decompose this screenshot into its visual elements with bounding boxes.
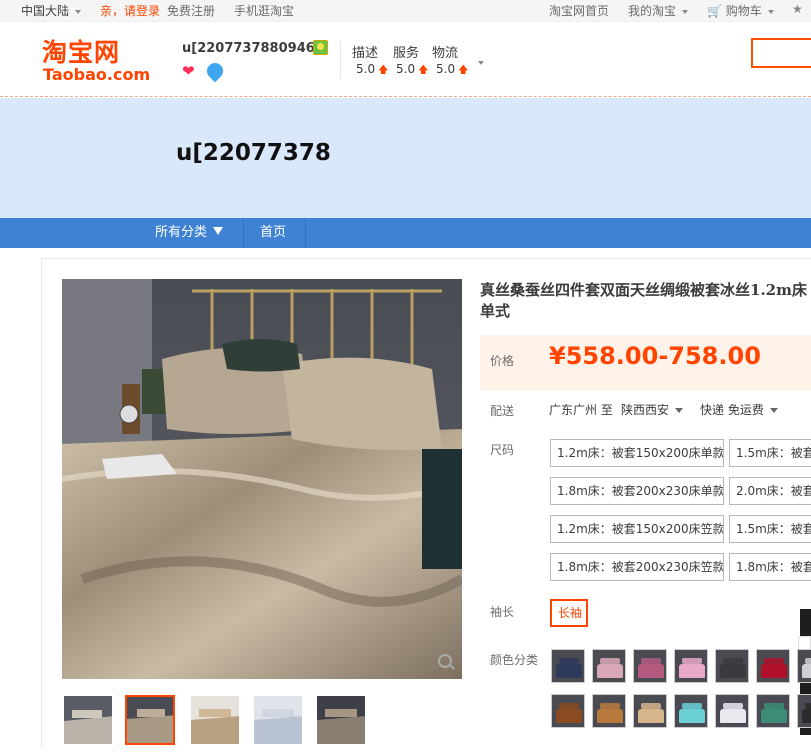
size-option[interactable]: 1.2m床：被套150x200床笠款 <box>550 515 724 543</box>
my-taobao-label: 我的淘宝 <box>628 4 677 18</box>
delivery-destination-select[interactable]: 陕西西安 <box>621 401 684 418</box>
rating-label: 描述 <box>352 46 379 61</box>
arrow-up-icon: 🡅 <box>458 65 469 76</box>
rating-value: 5.0 🡅 <box>436 62 469 76</box>
price-value: ¥558.00-758.00 <box>549 342 761 370</box>
color-swatch[interactable] <box>797 694 811 728</box>
divider <box>340 41 341 79</box>
chevron-down-icon <box>767 9 774 14</box>
zoom-icon[interactable] <box>438 654 452 668</box>
color-swatch[interactable] <box>551 694 585 728</box>
chevron-down-icon <box>682 9 689 14</box>
delivery-method-select[interactable]: 快递 免运费 <box>700 401 778 418</box>
shop-banner: u[22077378 <box>0 98 811 218</box>
sleeve-label: 袖长 <box>490 605 515 619</box>
size-option[interactable]: 1.5m床：被套 <box>729 439 811 467</box>
color-swatch[interactable] <box>756 694 790 728</box>
banner-title: u[22077378 <box>176 140 331 166</box>
my-taobao-link[interactable]: 我的淘宝 <box>628 2 689 19</box>
shop-header: 淘宝网 Taobao.com u[2207737880946] ❤ 描述 5.0… <box>0 23 811 97</box>
divider <box>305 218 306 248</box>
region-label: 中国大陆 <box>21 4 70 18</box>
delivery-method-label: 快递 免运费 <box>700 403 764 417</box>
color-swatch[interactable] <box>633 694 667 728</box>
color-swatch[interactable] <box>715 649 749 683</box>
color-swatch[interactable] <box>674 694 708 728</box>
color-swatch[interactable] <box>592 694 626 728</box>
taobao-home-link[interactable]: 淘宝网首页 <box>549 2 609 19</box>
rating-value: 5.0 🡅 <box>356 62 389 76</box>
sleeve-option-selected[interactable]: 长袖 <box>550 599 588 627</box>
all-categories-menu[interactable]: 所有分类 <box>155 218 224 248</box>
rating-label: 服务 <box>393 46 420 61</box>
color-swatch[interactable] <box>797 649 811 683</box>
shop-nav: 所有分类 首页 <box>0 218 811 248</box>
color-swatch[interactable] <box>674 649 708 683</box>
thumbnail[interactable] <box>316 695 366 745</box>
all-categories-label: 所有分类 <box>155 225 208 240</box>
delivery-from: 广东广州 至 <box>549 403 613 417</box>
ratings-dropdown[interactable] <box>478 55 484 69</box>
taobao-logo[interactable]: 淘宝网 <box>42 33 120 69</box>
size-option[interactable]: 1.5m床：被套 <box>729 515 811 543</box>
color-label: 颜色分类 <box>490 653 539 667</box>
size-option[interactable]: 1.2m床：被套150x200床单款 <box>550 439 724 467</box>
price-label: 价格 <box>490 354 515 368</box>
color-swatch[interactable] <box>715 694 749 728</box>
shop-name[interactable]: u[2207737880946] <box>182 41 321 56</box>
delivery-destination-label: 陕西西安 <box>621 403 670 417</box>
chevron-down-icon <box>675 408 684 413</box>
size-option[interactable]: 1.8m床：被套200x230床笠款 <box>550 553 724 581</box>
thumbnail-selected[interactable] <box>125 695 175 745</box>
thumbnail[interactable] <box>253 695 303 745</box>
color-swatch[interactable] <box>551 649 585 683</box>
size-label: 尺码 <box>490 443 515 457</box>
mobile-taobao-link[interactable]: 手机逛淘宝 <box>234 2 294 19</box>
rating-value: 5.0 🡅 <box>396 62 429 76</box>
size-option[interactable]: 2.0m床：被套 <box>729 477 811 505</box>
cart-label: 购物车 <box>725 4 762 18</box>
search-input[interactable] <box>751 38 811 68</box>
region-selector[interactable]: 中国大陆 <box>21 2 82 19</box>
cart-link[interactable]: 🛒 购物车 <box>707 2 774 19</box>
shop-home-link[interactable]: 首页 <box>260 218 286 248</box>
triangle-down-icon <box>213 227 224 235</box>
size-option[interactable]: 1.8m床：被套200x230床单款 <box>550 477 724 505</box>
heart-icon: ❤ <box>182 62 195 80</box>
color-swatch[interactable] <box>592 649 626 683</box>
chevron-down-icon <box>75 9 82 14</box>
thumbnail[interactable] <box>190 695 240 745</box>
login-link[interactable]: 亲，请登录 <box>100 2 160 19</box>
color-swatch[interactable] <box>756 649 790 683</box>
site-nav: 中国大陆 亲，请登录 免费注册 手机逛淘宝 淘宝网首页 我的淘宝 🛒 购物车 ★ <box>0 0 811 22</box>
divider <box>243 218 244 248</box>
arrow-up-icon: 🡅 <box>418 65 429 76</box>
water-drop-icon <box>203 59 227 83</box>
seller-level-icon <box>313 40 328 55</box>
product-title: 真丝桑蚕丝四件套双面天丝绸缎被套冰丝1.2m床单式 <box>480 281 807 320</box>
thumbnail[interactable] <box>63 695 113 745</box>
product-main-image[interactable] <box>62 279 462 679</box>
star-icon[interactable]: ★ <box>792 2 803 16</box>
register-link[interactable]: 免费注册 <box>167 2 215 19</box>
chevron-down-icon <box>478 60 484 65</box>
color-swatch[interactable] <box>633 649 667 683</box>
arrow-up-icon: 🡅 <box>378 65 389 76</box>
chevron-down-icon <box>769 408 778 413</box>
rating-label: 物流 <box>432 46 459 61</box>
taobao-logo-en[interactable]: Taobao.com <box>43 65 150 84</box>
size-option[interactable]: 1.8m床：被套 <box>729 553 811 581</box>
cart-icon: 🛒 <box>707 4 722 18</box>
delivery-label: 配送 <box>490 404 515 418</box>
